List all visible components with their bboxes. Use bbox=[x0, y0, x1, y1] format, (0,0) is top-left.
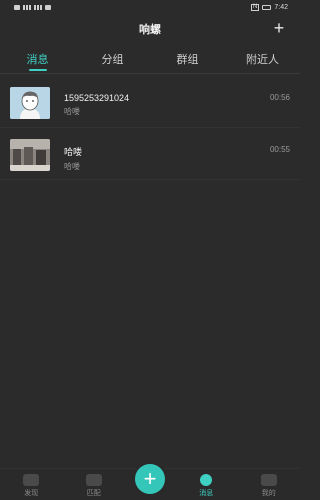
battery-icon bbox=[262, 4, 272, 10]
tab-nearby[interactable]: 附近人 bbox=[225, 44, 300, 73]
nav-label: 我的 bbox=[261, 490, 276, 497]
profile-icon bbox=[260, 474, 277, 486]
tab-messages[interactable]: 消息 bbox=[0, 44, 75, 73]
last-message: 哈喽 bbox=[64, 107, 80, 116]
add-fab-button[interactable]: + bbox=[135, 464, 165, 494]
message-time: 00:55 bbox=[269, 145, 290, 154]
conversation-list: 1595253291024 哈喽 00:56 哈喽 哈喽 00:55 bbox=[0, 76, 300, 180]
contact-name: 哈喽 bbox=[64, 147, 83, 157]
message-icon bbox=[200, 474, 213, 486]
status-icons-right: N 7:42 bbox=[251, 3, 288, 11]
nav-match[interactable]: 匹配 bbox=[63, 469, 126, 500]
nav-label: 匹配 bbox=[86, 490, 101, 497]
title-bar: 响螺 + bbox=[0, 14, 300, 44]
tab-label: 分组 bbox=[101, 53, 124, 66]
conversation-row[interactable]: 1595253291024 哈喽 00:56 bbox=[0, 76, 300, 128]
row-body: 哈喽 哈喽 bbox=[64, 139, 270, 172]
nav-messages[interactable]: 消息 bbox=[175, 469, 238, 500]
tab-groups[interactable]: 分组 bbox=[75, 44, 150, 73]
nav-discover[interactable]: 发现 bbox=[0, 469, 63, 500]
avatar bbox=[10, 139, 50, 171]
tab-label: 群组 bbox=[176, 53, 199, 66]
tab-underline bbox=[28, 69, 47, 71]
discover-icon bbox=[23, 474, 40, 486]
cartoon-avatar-icon bbox=[10, 87, 50, 119]
match-icon bbox=[85, 474, 102, 486]
status-time: 7:42 bbox=[274, 3, 288, 11]
row-body: 1595253291024 哈喽 bbox=[64, 87, 270, 117]
conversation-row[interactable]: 哈喽 哈喽 00:55 bbox=[0, 128, 300, 180]
avatar bbox=[10, 87, 50, 119]
signal-icon-2 bbox=[34, 4, 42, 10]
nav-label: 发现 bbox=[24, 490, 39, 497]
signal-icon bbox=[23, 4, 31, 10]
contact-name: 1595253291024 bbox=[64, 93, 130, 103]
nav-profile[interactable]: 我的 bbox=[238, 469, 301, 500]
tab-label: 消息 bbox=[26, 53, 49, 66]
page-title: 响螺 bbox=[139, 24, 161, 36]
last-message: 哈喽 bbox=[64, 162, 80, 171]
message-time: 00:56 bbox=[269, 93, 290, 102]
status-icons-left bbox=[14, 4, 51, 10]
tab-bar: 消息 分组 群组 附近人 bbox=[0, 44, 300, 74]
plus-icon[interactable]: + bbox=[270, 19, 288, 37]
status-bar: N 7:42 bbox=[0, 0, 300, 14]
tab-label: 附近人 bbox=[246, 53, 279, 66]
tab-group-chats[interactable]: 群组 bbox=[150, 44, 225, 73]
wifi-icon bbox=[45, 4, 51, 10]
notification-icon bbox=[14, 4, 20, 10]
nfc-icon: N bbox=[251, 3, 260, 11]
nav-label: 消息 bbox=[199, 490, 214, 497]
photo-avatar-icon bbox=[10, 139, 50, 171]
